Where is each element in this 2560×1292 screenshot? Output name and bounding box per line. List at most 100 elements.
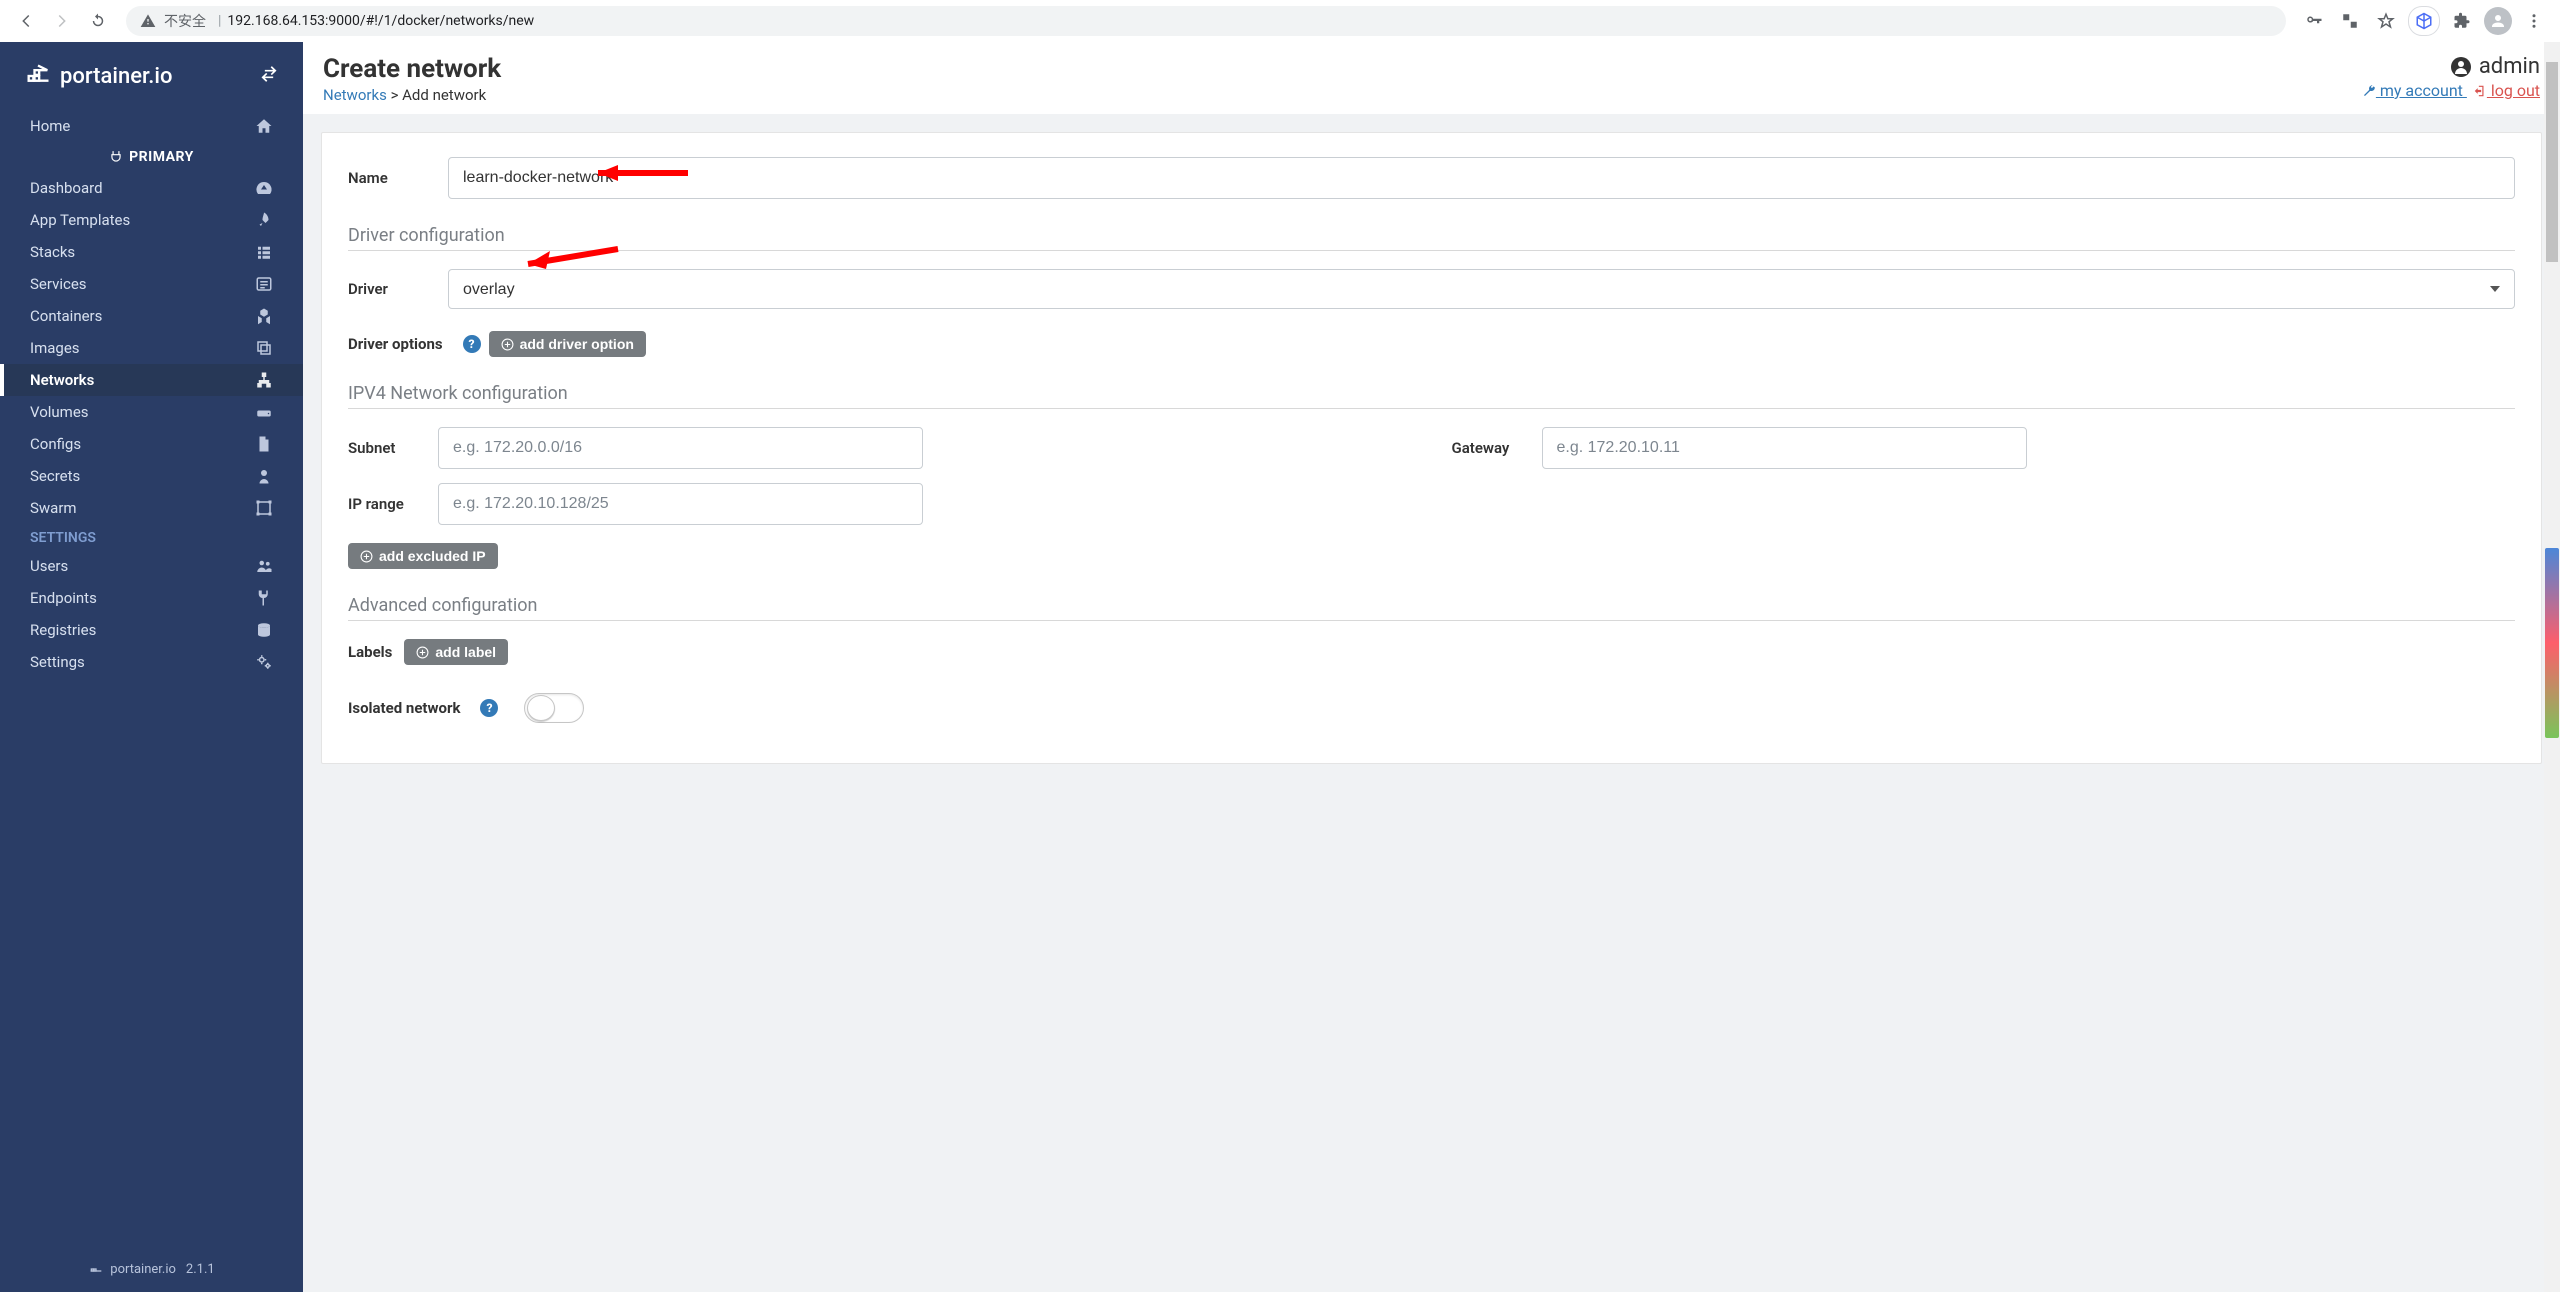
plus-circle-icon (501, 338, 514, 351)
plus-circle-icon (360, 550, 373, 563)
page-title: Create network (323, 54, 501, 84)
sidebar-item-settings[interactable]: Settings (0, 646, 303, 678)
breadcrumb-networks-link[interactable]: Networks (323, 86, 387, 104)
subnet-label: Subnet (348, 439, 438, 457)
driver-config-section-title: Driver configuration (348, 225, 2515, 251)
back-button[interactable] (10, 5, 42, 37)
subnet-input[interactable] (438, 427, 923, 469)
version-label: 2.1.1 (186, 1262, 215, 1277)
logout-icon (2473, 84, 2487, 98)
add-driver-option-button[interactable]: add driver option (489, 331, 646, 357)
sidebar-primary-label: PRIMARY (0, 142, 303, 172)
tachometer-icon (255, 179, 273, 197)
breadcrumb-current: Add network (402, 86, 486, 104)
add-excluded-ip-button[interactable]: add excluded IP (348, 543, 498, 569)
sidebar-item-home[interactable]: Home (0, 110, 303, 142)
driver-label: Driver (348, 280, 448, 298)
breadcrumb: Networks > Add network (323, 86, 501, 104)
page-header: Create network Networks > Add network ad… (303, 42, 2560, 114)
secret-icon (255, 467, 273, 485)
sidebar-item-services[interactable]: Services (0, 268, 303, 300)
iprange-input[interactable] (438, 483, 923, 525)
name-input[interactable] (448, 157, 2515, 199)
url-text: 192.168.64.153:9000/#!/1/docker/networks… (227, 13, 534, 29)
sidebar-collapse-button[interactable] (259, 64, 279, 88)
iprange-label: IP range (348, 495, 438, 513)
header-user: admin (2356, 54, 2540, 79)
kebab-icon (2525, 12, 2543, 30)
hdd-icon (255, 403, 273, 421)
isolated-label: Isolated network (348, 699, 460, 717)
driver-options-help[interactable]: ? (463, 335, 481, 353)
forward-button (46, 5, 78, 37)
sidebar-logo-row: portainer.io (0, 42, 303, 110)
logout-link[interactable]: log out (2473, 81, 2540, 100)
advanced-section-title: Advanced configuration (348, 595, 2515, 621)
sidebar-item-users[interactable]: Users (0, 550, 303, 582)
sidebar-item-registries[interactable]: Registries (0, 614, 303, 646)
avatar-icon (2484, 7, 2512, 35)
object-group-icon (255, 499, 273, 517)
isolated-toggle[interactable] (524, 693, 584, 723)
sidebar-item-stacks[interactable]: Stacks (0, 236, 303, 268)
browser-toolbar: 不安全 | 192.168.64.153:9000/#!/1/docker/ne… (0, 0, 2560, 43)
sidebar-item-configs[interactable]: Configs (0, 428, 303, 460)
warning-icon (140, 13, 156, 29)
sidebar-item-volumes[interactable]: Volumes (0, 396, 303, 428)
home-icon (255, 117, 273, 135)
list-alt-icon (255, 275, 273, 293)
driver-select[interactable]: overlay (448, 269, 2515, 309)
arrow-left-icon (17, 12, 35, 30)
rocket-icon (255, 211, 273, 229)
star-icon (2377, 12, 2395, 30)
sidebar-footer: portainer.io 2.1.1 (0, 1246, 303, 1292)
translate-icon (2341, 12, 2359, 30)
plus-circle-icon (416, 646, 429, 659)
sidebar-item-secrets[interactable]: Secrets (0, 460, 303, 492)
ipv4-section-title: IPV4 Network configuration (348, 383, 2515, 409)
clone-icon (255, 339, 273, 357)
gateway-input[interactable] (1542, 427, 2027, 469)
sidebar-item-images[interactable]: Images (0, 332, 303, 364)
password-key-button[interactable] (2298, 5, 2330, 37)
list-icon (255, 243, 273, 261)
sidebar-item-networks[interactable]: Networks (0, 364, 303, 396)
scrollbar-thumb[interactable] (2546, 62, 2558, 262)
toggle-knob (527, 695, 555, 721)
translate-button[interactable] (2334, 5, 2366, 37)
chrome-menu-button[interactable] (2518, 5, 2550, 37)
sidebar-item-swarm[interactable]: Swarm (0, 492, 303, 524)
sidebar-item-dashboard[interactable]: Dashboard (0, 172, 303, 204)
address-bar[interactable]: 不安全 | 192.168.64.153:9000/#!/1/docker/ne… (126, 6, 2286, 36)
users-icon (255, 557, 273, 575)
gateway-label: Gateway (1452, 439, 1542, 457)
sidebar-item-containers[interactable]: Containers (0, 300, 303, 332)
security-label: 不安全 (164, 11, 206, 31)
extensions-menu-button[interactable] (2446, 5, 2478, 37)
user-circle-icon (2449, 55, 2473, 79)
wrench-icon (2362, 84, 2376, 98)
swap-icon (259, 64, 279, 84)
scrollbar-marks (2545, 548, 2559, 738)
portainer-icon-small (88, 1261, 104, 1277)
reload-button[interactable] (82, 5, 114, 37)
key-icon (2305, 12, 2323, 30)
file-icon (255, 435, 273, 453)
extension-button[interactable] (2408, 6, 2440, 36)
plug-icon (109, 150, 123, 164)
labels-label: Labels (348, 643, 392, 661)
name-label: Name (348, 169, 448, 187)
reload-icon (89, 12, 107, 30)
my-account-link[interactable]: my account (2362, 81, 2467, 100)
sidebar-item-app-templates[interactable]: App Templates (0, 204, 303, 236)
portainer-logo[interactable]: portainer.io (24, 62, 172, 90)
portainer-icon (24, 62, 52, 90)
cogs-icon (255, 653, 273, 671)
sidebar-item-endpoints[interactable]: Endpoints (0, 582, 303, 614)
profile-button[interactable] (2482, 5, 2514, 37)
bookmark-button[interactable] (2370, 5, 2402, 37)
add-label-button[interactable]: add label (404, 639, 508, 665)
sitemap-icon (255, 371, 273, 389)
page-scrollbar[interactable] (2544, 42, 2560, 1292)
isolated-help[interactable]: ? (480, 699, 498, 717)
